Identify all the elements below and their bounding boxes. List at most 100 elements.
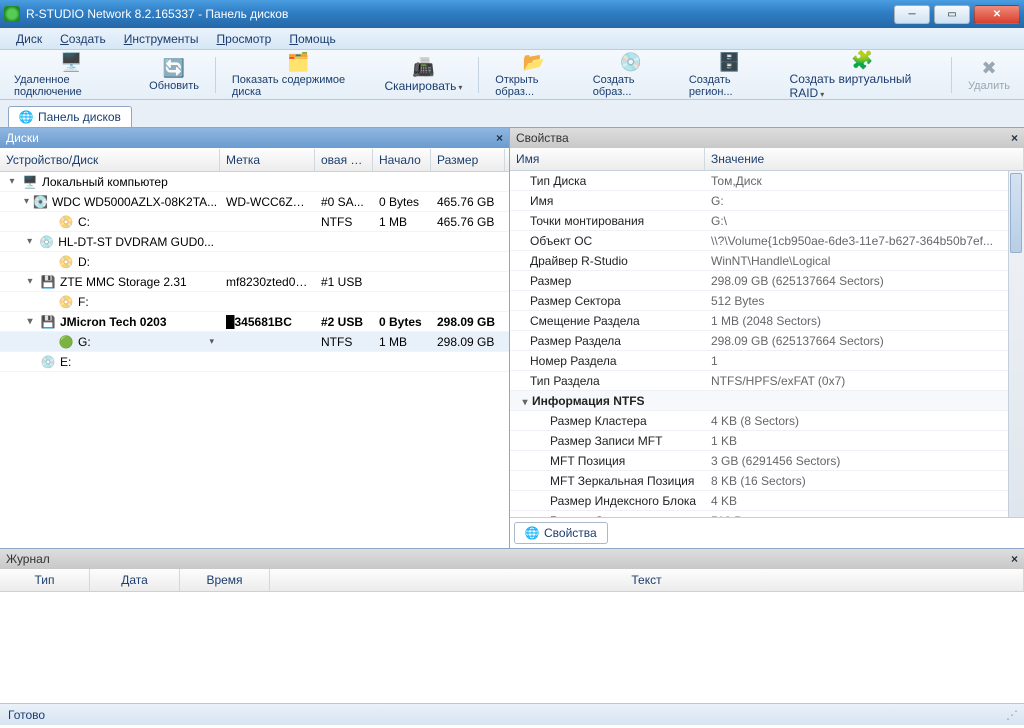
device-cell: 📀F: [0,295,220,309]
scrollbar-thumb[interactable] [1010,173,1022,253]
close-pane-icon[interactable]: × [496,131,503,145]
col-text[interactable]: Текст [270,569,1024,591]
property-row[interactable]: Тип ДискаТом,Диск [510,171,1024,191]
volg-icon: 🟢 [58,335,74,349]
table-row[interactable]: ▾🖥️Локальный компьютер [0,172,509,192]
cell-start: 0 Bytes [373,195,431,209]
close-button[interactable]: ✕ [974,5,1020,24]
col-os[interactable]: овая сис [315,149,373,171]
col-start[interactable]: Начало [373,149,431,171]
expander-icon[interactable]: ▾ [24,276,36,287]
cell-size: 465.76 GB [431,195,505,209]
device-cell: 🟢G:▾ [0,335,220,349]
table-row[interactable]: 📀D: [0,252,509,272]
col-name[interactable]: Имя [510,148,705,170]
property-value: 3 GB (6291456 Sectors) [705,454,1024,468]
menu-help[interactable]: Помощь [281,30,343,48]
col-device[interactable]: Устройство/Диск [0,149,220,171]
col-date[interactable]: Дата [90,569,180,591]
table-row[interactable]: 💿E: [0,352,509,372]
close-pane-icon[interactable]: × [1011,552,1018,566]
disks-pane-header: Диски × [0,128,509,148]
cell-os: #1 USB [315,275,373,289]
property-row[interactable]: MFT Зеркальная Позиция8 KB (16 Sectors) [510,471,1024,491]
device-cell: ▾💾JMicron Tech 0203 [0,315,220,329]
col-time[interactable]: Время [180,569,270,591]
subtab-label: Свойства [544,526,597,540]
col-label[interactable]: Метка [220,149,315,171]
tb-remote-connect[interactable]: 🖥️Удаленное подключение [6,49,137,100]
property-value: 4 KB [705,494,1024,508]
property-row[interactable]: Объект ОС\\?\Volume{1cb950ae-6de3-11e7-b… [510,231,1024,251]
property-row[interactable]: Размер298.09 GB (625137664 Sectors) [510,271,1024,291]
window-titlebar: R-STUDIO Network 8.2.165337 - Панель дис… [0,0,1024,28]
property-section[interactable]: ▾Информация NTFS [510,391,1024,411]
device-name: C: [78,215,90,229]
table-row[interactable]: ▾💾ZTE MMC Storage 2.31mf8230zted0100...#… [0,272,509,292]
tab-disk-panel[interactable]: 🌐 Панель дисков [8,106,132,127]
property-row[interactable]: Размер Индексного Блока4 KB [510,491,1024,511]
expander-icon[interactable]: ▾ [520,397,530,408]
table-row[interactable]: 🟢G:▾NTFS1 MB298.09 GB [0,332,509,352]
property-row[interactable]: Размер Кластера4 KB (8 Sectors)▾ [510,411,1024,431]
tb-show-contents[interactable]: 🗂️Показать содержимое диска [224,49,373,100]
property-row[interactable]: ИмяG: [510,191,1024,211]
pc-icon: 🖥️ [22,175,38,189]
col-value[interactable]: Значение [705,148,1024,170]
property-row[interactable]: Размер Сектора512 Bytes [510,511,1024,517]
property-value: G:\ [705,214,1024,228]
menu-disk[interactable]: Диск [8,30,50,48]
table-row[interactable]: 📀C:NTFS1 MB465.76 GB [0,212,509,232]
property-row[interactable]: Размер Раздела298.09 GB (625137664 Secto… [510,331,1024,351]
table-row[interactable]: ▾💾JMicron Tech 0203█345681BC#2 USB0 Byte… [0,312,509,332]
table-row[interactable]: ▾💽WDC WD5000AZLX-08K2TA...WD-WCC6Z4JS...… [0,192,509,212]
property-row[interactable]: Размер Записи MFT1 KB [510,431,1024,451]
toolbar: 🖥️Удаленное подключение 🔄Обновить 🗂️Пока… [0,50,1024,100]
expander-icon[interactable]: ▾ [24,236,35,247]
usb-icon: 💾 [40,315,56,329]
col-size[interactable]: Размер [431,149,505,171]
expander-icon[interactable]: ▾ [24,316,36,327]
tb-refresh[interactable]: 🔄Обновить [141,55,207,94]
tb-create-image[interactable]: 💿Создать образ... [585,49,677,100]
col-type[interactable]: Тип [0,569,90,591]
menu-create[interactable]: Создать [52,30,114,48]
properties-pane: Свойства × Имя Значение Тип ДискаТом,Дис… [510,128,1024,548]
network-icon: 🖥️ [58,51,86,73]
tb-open-image[interactable]: 📂Открыть образ... [487,49,580,100]
property-row[interactable]: Точки монтированияG:\ [510,211,1024,231]
tb-scan[interactable]: 📠Сканировать▾ [376,54,470,95]
scanner-icon: 📠 [409,56,437,78]
close-pane-icon[interactable]: × [1011,131,1018,145]
log-body[interactable] [0,592,1024,703]
table-row[interactable]: 📀F: [0,292,509,312]
property-value: 298.09 GB (625137664 Sectors) [705,274,1024,288]
chevron-down-icon[interactable]: ▾ [209,336,214,347]
tb-create-region[interactable]: 🗄️Создать регион... [681,49,778,100]
raid-icon: 🧩 [848,49,876,71]
status-text: Готово [8,708,45,722]
menu-tools[interactable]: Инструменты [116,30,207,48]
maximize-button[interactable]: ▭ [934,5,970,24]
tb-create-vraid[interactable]: 🧩Создать виртуальный RAID▾ [782,47,944,102]
expander-icon[interactable]: ▾ [6,176,18,187]
property-row[interactable]: Драйвер R-StudioWinNT\Handle\Logical [510,251,1024,271]
table-row[interactable]: ▾💿HL-DT-ST DVDRAM GUD0... [0,232,509,252]
properties-list[interactable]: Тип ДискаТом,ДискИмяG:Точки монтирования… [510,171,1024,517]
expander-icon[interactable]: ▾ [24,196,29,207]
minimize-button[interactable]: ─ [894,5,930,24]
subtab-properties[interactable]: 🌐 Свойства [514,522,608,544]
scrollbar[interactable] [1008,171,1024,517]
disks-tree[interactable]: ▾🖥️Локальный компьютер▾💽WDC WD5000AZLX-0… [0,172,509,548]
cell-os: #0 SA... [315,195,373,209]
property-row[interactable]: Смещение Раздела1 MB (2048 Sectors) [510,311,1024,331]
property-row[interactable]: Размер Сектора512 Bytes [510,291,1024,311]
cell-start: 0 Bytes [373,315,431,329]
resize-grip-icon[interactable]: ⋰ [1006,708,1016,722]
property-row[interactable]: Тип РазделаNTFS/HPFS/exFAT (0x7) [510,371,1024,391]
property-row[interactable]: Номер Раздела1 [510,351,1024,371]
property-row[interactable]: MFT Позиция3 GB (6291456 Sectors) [510,451,1024,471]
hdd-icon: 💽 [33,195,48,209]
globe-icon: 🌐 [19,110,33,124]
menu-view[interactable]: Просмотр [209,30,280,48]
